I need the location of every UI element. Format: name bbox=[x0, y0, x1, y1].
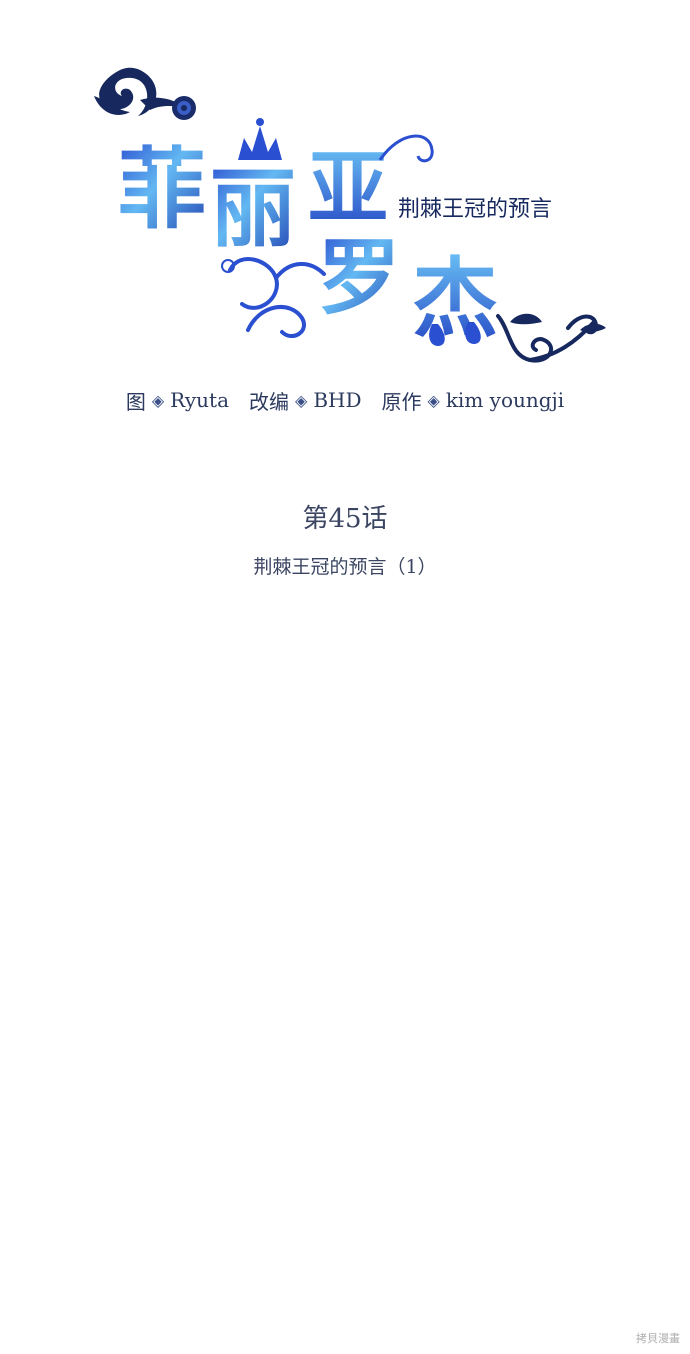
diamond-separator-icon: ◈ bbox=[151, 390, 165, 410]
credits-line: 图 ◈ Ryuta 改编 ◈ BHD 原作 ◈ kim youngji bbox=[0, 384, 690, 416]
title-char-3: 亚 bbox=[308, 141, 388, 235]
rose-icon bbox=[172, 96, 196, 120]
diamond-separator-icon: ◈ bbox=[295, 390, 308, 410]
original-label: 原作 bbox=[381, 389, 422, 414]
title-char-5: 杰 bbox=[412, 248, 498, 349]
logo-subtitle: 荆棘王冠的预言 bbox=[398, 197, 552, 222]
flourish-left-swirl-icon bbox=[221, 257, 326, 338]
chapter-number: 第45话 bbox=[302, 504, 388, 534]
title-char-2: 丽 bbox=[210, 158, 296, 259]
crown-icon bbox=[238, 118, 282, 160]
adapt-name: BHD bbox=[313, 388, 362, 412]
original-name: kim youngji bbox=[445, 388, 565, 412]
series-logo: 菲 丽 亚 罗 杰 荆棘王冠的预言 bbox=[80, 60, 620, 380]
adapt-label: 改编 bbox=[249, 389, 289, 414]
art-name: Ryuta bbox=[170, 388, 229, 412]
title-char-1: 菲 bbox=[118, 137, 206, 241]
art-label: 图 bbox=[125, 389, 146, 414]
diamond-separator-icon: ◈ bbox=[427, 390, 440, 410]
title-char-4: 罗 bbox=[318, 230, 400, 326]
watermark: 拷貝漫畫 bbox=[636, 1332, 680, 1345]
chapter-title: 荆棘王冠的预言（1） bbox=[253, 556, 437, 578]
